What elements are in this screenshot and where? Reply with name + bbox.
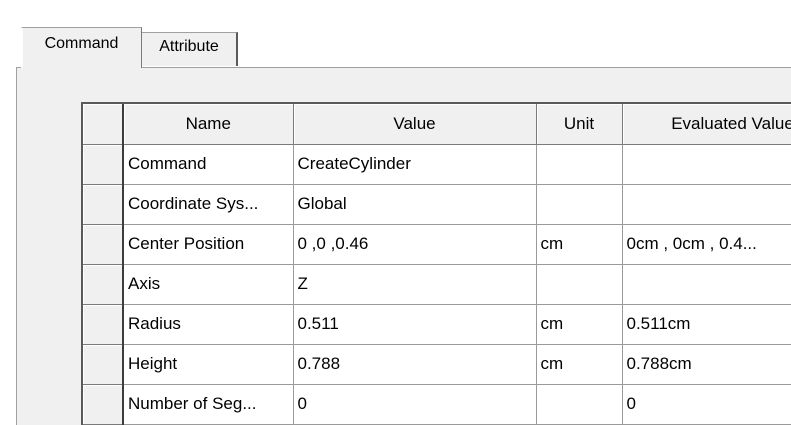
- row-header[interactable]: [83, 304, 124, 345]
- column-header-evaluated-value[interactable]: Evaluated Value: [622, 104, 791, 145]
- header-row: Name Value Unit Evaluated Value: [83, 104, 791, 145]
- row-header[interactable]: [83, 264, 124, 305]
- cell-value[interactable]: 0.511: [293, 304, 537, 345]
- cell-unit[interactable]: cm: [536, 304, 623, 345]
- row-header[interactable]: [83, 184, 124, 225]
- row-header[interactable]: [83, 144, 124, 185]
- table-row[interactable]: Axis Z: [83, 264, 791, 305]
- corner-cell[interactable]: [83, 104, 124, 145]
- column-header-value[interactable]: Value: [293, 104, 537, 145]
- column-header-unit[interactable]: Unit: [536, 104, 623, 145]
- properties-window: Command Attribute Name Value Unit Evalua…: [0, 0, 791, 425]
- cell-evaluated-value[interactable]: 0.788cm: [622, 344, 791, 385]
- cell-unit[interactable]: [536, 184, 623, 225]
- table-row[interactable]: Height 0.788 cm 0.788cm: [83, 344, 791, 385]
- row-header[interactable]: [83, 224, 124, 265]
- cell-name[interactable]: Axis: [123, 264, 294, 305]
- cell-evaluated-value[interactable]: 0: [622, 384, 791, 425]
- table-row[interactable]: Center Position 0 ,0 ,0.46 cm 0cm , 0cm …: [83, 224, 791, 265]
- column-header-name[interactable]: Name: [123, 104, 294, 145]
- cell-name[interactable]: Coordinate Sys...: [123, 184, 294, 225]
- row-header[interactable]: [83, 344, 124, 385]
- property-grid: Name Value Unit Evaluated Value Command …: [81, 102, 791, 425]
- cell-value[interactable]: CreateCylinder: [293, 144, 537, 185]
- cell-evaluated-value[interactable]: [622, 264, 791, 305]
- cell-value[interactable]: 0.788: [293, 344, 537, 385]
- cell-value[interactable]: 0 ,0 ,0.46: [293, 224, 537, 265]
- cell-name[interactable]: Command: [123, 144, 294, 185]
- cell-unit[interactable]: [536, 264, 623, 305]
- cell-evaluated-value[interactable]: [622, 144, 791, 185]
- cell-value[interactable]: 0: [293, 384, 537, 425]
- cell-evaluated-value[interactable]: 0.511cm: [622, 304, 791, 345]
- cell-unit[interactable]: cm: [536, 344, 623, 385]
- cell-value[interactable]: Z: [293, 264, 537, 305]
- cell-unit[interactable]: [536, 144, 623, 185]
- cell-name[interactable]: Number of Seg...: [123, 384, 294, 425]
- cell-name[interactable]: Center Position: [123, 224, 294, 265]
- property-table: Name Value Unit Evaluated Value Command …: [83, 104, 791, 425]
- cell-unit[interactable]: cm: [536, 224, 623, 265]
- tab-attribute[interactable]: Attribute: [142, 32, 238, 66]
- cell-evaluated-value[interactable]: [622, 184, 791, 225]
- table-row[interactable]: Radius 0.511 cm 0.511cm: [83, 304, 791, 345]
- table-row[interactable]: Coordinate Sys... Global: [83, 184, 791, 225]
- cell-name[interactable]: Radius: [123, 304, 294, 345]
- table-row[interactable]: Number of Seg... 0 0: [83, 384, 791, 425]
- table-row[interactable]: Command CreateCylinder: [83, 144, 791, 185]
- tab-command[interactable]: Command: [21, 27, 142, 68]
- cell-evaluated-value[interactable]: 0cm , 0cm , 0.4...: [622, 224, 791, 265]
- row-header[interactable]: [83, 384, 124, 425]
- cell-name[interactable]: Height: [123, 344, 294, 385]
- cell-unit[interactable]: [536, 384, 623, 425]
- cell-value[interactable]: Global: [293, 184, 537, 225]
